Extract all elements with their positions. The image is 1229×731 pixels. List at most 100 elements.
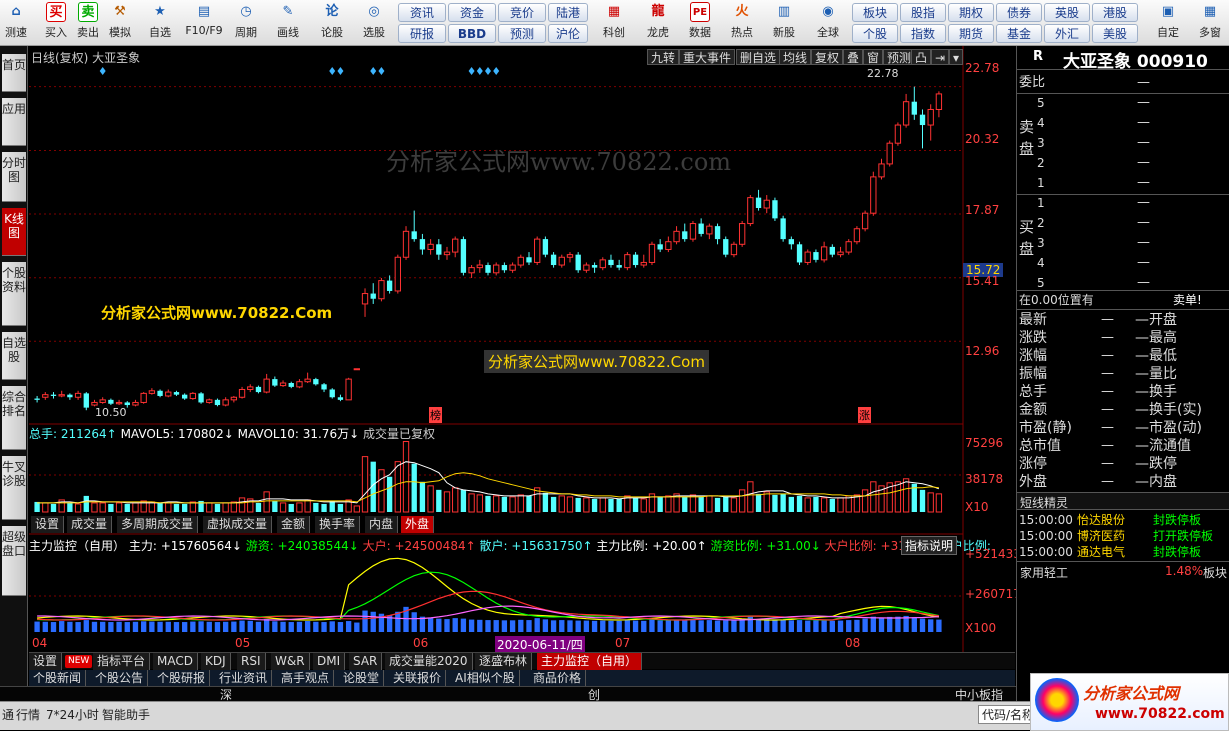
kline-chart-area[interactable]: 日线(复权) 大亚圣象 九转 重大事件 删自选 均线 复权 叠 窗 预测 凸 ⇥… [29, 46, 1021, 653]
tab-adjust[interactable]: 复权 [811, 49, 844, 65]
tab-nine-turn[interactable]: 九转 [647, 49, 680, 65]
global-button[interactable]: ◉ 全球 [810, 2, 846, 44]
ind-tab-wr[interactable]: W&R [271, 653, 310, 670]
grid-btn-forex[interactable]: 外汇 [1044, 24, 1090, 43]
sidebar-tab-home[interactable]: 首页 [2, 54, 26, 92]
industry-more[interactable]: 板块 [1203, 564, 1227, 581]
ind-tab-macd[interactable]: MACD [153, 653, 198, 670]
tab-major-events[interactable]: 重大事件 [679, 49, 736, 65]
buy-3-price[interactable]: — [1137, 234, 1150, 252]
info-tab-forum[interactable]: 论股堂 [339, 670, 385, 686]
tab-moving-average[interactable]: 均线 [779, 49, 812, 65]
sidebar-tab-diagnose[interactable]: 牛叉诊股 [2, 456, 26, 520]
tab-remove-favorite[interactable]: 删自选 [736, 49, 781, 65]
grid-btn-fund[interactable]: 基金 [996, 24, 1042, 43]
vol-tab-outer[interactable]: 外盘 [401, 516, 435, 533]
grid-btn-hk[interactable]: 陆港 [548, 3, 588, 22]
sidebar-tab-kline[interactable]: K线图 [2, 208, 26, 256]
vol-tab-multi-period[interactable]: 多周期成交量 [117, 516, 199, 533]
grid-btn-stock[interactable]: 个股 [852, 24, 898, 43]
grid-btn-hkstock[interactable]: 港股 [1092, 3, 1138, 22]
info-tab-announcements[interactable]: 个股公告 [91, 670, 149, 686]
custom-button[interactable]: ▣ 自定 [1150, 2, 1186, 44]
sell-2-price[interactable]: — [1137, 154, 1150, 172]
sidebar-tab-intraday[interactable]: 分时图 [2, 152, 26, 202]
buy-4-price[interactable]: — [1137, 254, 1150, 272]
status-connection[interactable]: 通 [2, 706, 14, 723]
short-item-name[interactable]: 博济医药 [1077, 528, 1125, 544]
sidebar-tab-apps[interactable]: 应用 [2, 98, 26, 146]
grid-btn-futures[interactable]: 期货 [948, 24, 994, 43]
sell-3-price[interactable]: — [1137, 134, 1150, 152]
grid-btn-funds[interactable]: 资金 [448, 3, 496, 22]
status-assistant[interactable]: 智能助手 [102, 706, 150, 723]
sidebar-tab-watchlist[interactable]: 自选股 [2, 332, 26, 380]
industry-row[interactable]: 家用轻工 1.48% 板块 [1017, 561, 1229, 581]
ind-tab-kdj[interactable]: KDJ [201, 653, 231, 670]
vol-tab-inner[interactable]: 内盘 [365, 516, 399, 533]
short-item-name[interactable]: 怡达股份 [1077, 512, 1125, 528]
info-tab-news[interactable]: 个股新闻 [29, 670, 87, 686]
ind-tab-sar[interactable]: SAR [349, 653, 383, 670]
hotspot-button[interactable]: 火 热点 [724, 2, 760, 44]
simulate-button[interactable]: ⚒ 模拟 [104, 2, 136, 44]
grid-btn-news[interactable]: 资讯 [398, 3, 446, 22]
new-stock-button[interactable]: ▥ 新股 [766, 2, 802, 44]
sell-4-price[interactable]: — [1137, 114, 1150, 132]
info-tab-research[interactable]: 个股研报 [153, 670, 211, 686]
indicator-help-button[interactable]: 指标说明 [901, 536, 958, 555]
sell-button[interactable]: 卖 卖出 [72, 2, 104, 44]
ind-tab-rsi[interactable]: RSI [237, 653, 266, 670]
export-icon[interactable]: ⇥ [931, 49, 950, 65]
grid-btn-research[interactable]: 研报 [398, 24, 446, 43]
multi-window-button[interactable]: ▦ 多窗 [1192, 2, 1228, 44]
ind-tab-bollinger[interactable]: 逐盛布林 [475, 653, 533, 670]
speedtest-button[interactable]: ⌂ 测速 [2, 2, 30, 44]
star-market-button[interactable]: ▦ 科创 [596, 2, 632, 44]
status-quote[interactable]: 行情 [16, 706, 40, 723]
buy-1-price[interactable]: — [1137, 194, 1150, 212]
ind-tab-platform[interactable]: 指标平台 [93, 653, 151, 670]
chevron-down-icon[interactable]: ▾ [949, 49, 964, 65]
info-tab-related[interactable]: 关联报价 [389, 670, 447, 686]
grid-btn-options[interactable]: 期权 [948, 3, 994, 22]
grid-btn-auction[interactable]: 竞价 [498, 3, 546, 22]
grid-btn-usstock[interactable]: 美股 [1092, 24, 1138, 43]
info-tab-experts[interactable]: 高手观点 [277, 670, 335, 686]
tab-overlay[interactable]: 叠 [843, 49, 864, 65]
vol-tab-settings[interactable]: 设置 [31, 516, 65, 533]
grid-btn-bbd[interactable]: BBD [448, 24, 496, 43]
vol-tab-turnover[interactable]: 换手率 [315, 516, 361, 533]
ind-tab-main-monitor[interactable]: 主力监控（自用） [537, 653, 643, 670]
code-search-input[interactable]: 代码/名称 [978, 705, 1038, 724]
grid-btn-index[interactable]: 指数 [900, 24, 946, 43]
status-24h[interactable]: 7*24小时 [46, 706, 99, 723]
vol-tab-volume[interactable]: 成交量 [67, 516, 113, 533]
buy-2-price[interactable]: — [1137, 214, 1150, 232]
lock-icon[interactable]: 凸 [911, 49, 932, 65]
buy-button[interactable]: 买 买入 [40, 2, 72, 44]
stock-select-button[interactable]: ◎ 选股 [358, 2, 390, 44]
grid-btn-sector[interactable]: 板块 [852, 3, 898, 22]
info-tab-industry[interactable]: 行业资讯 [215, 670, 273, 686]
grid-btn-london[interactable]: 沪伦 [548, 24, 588, 43]
ind-tab-dmi[interactable]: DMI [313, 653, 346, 670]
vol-tab-virtual[interactable]: 虚拟成交量 [203, 516, 273, 533]
ind-tab-volume-energy[interactable]: 成交量能2020 [385, 653, 473, 670]
short-item-name[interactable]: 通达电气 [1077, 544, 1125, 560]
sell-1-price[interactable]: — [1137, 174, 1150, 192]
grid-btn-stockindex[interactable]: 股指 [900, 3, 946, 22]
f10-button[interactable]: ▤ F10/F9 [182, 2, 226, 44]
period-button[interactable]: ◷ 周期 [230, 2, 262, 44]
data-button[interactable]: PE 数据 [682, 2, 718, 44]
dragon-tiger-button[interactable]: 龍 龙虎 [640, 2, 676, 44]
grid-btn-bonds[interactable]: 债券 [996, 3, 1042, 22]
sidebar-tab-ranking[interactable]: 综合排名 [2, 386, 26, 450]
favorites-button[interactable]: ★ 自选 [142, 2, 178, 44]
sidebar-tab-stock-info[interactable]: 个股资料 [2, 262, 26, 326]
grid-btn-forecast[interactable]: 预测 [498, 24, 546, 43]
vol-tab-amount[interactable]: 金额 [277, 516, 311, 533]
info-tab-ai-similar[interactable]: AI相似个股 [451, 670, 520, 686]
sell-5-price[interactable]: — [1137, 94, 1150, 112]
tab-window[interactable]: 窗 [863, 49, 884, 65]
